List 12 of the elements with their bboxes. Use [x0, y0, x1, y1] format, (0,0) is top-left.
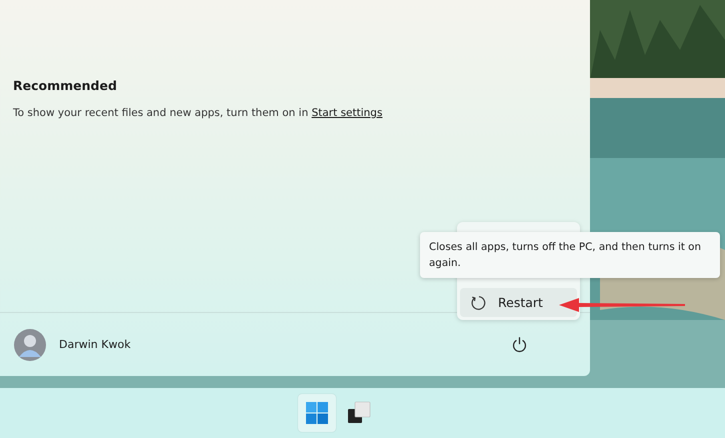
- user-name: Darwin Kwok: [59, 338, 131, 351]
- avatar[interactable]: [14, 328, 46, 360]
- start-settings-link[interactable]: Start settings: [312, 107, 382, 119]
- power-icon[interactable]: [511, 336, 528, 353]
- restart-menu-item[interactable]: Restart: [460, 288, 577, 317]
- task-view-icon: [346, 401, 370, 425]
- section-heading: Recommended: [13, 78, 118, 93]
- start-button[interactable]: [298, 394, 336, 432]
- recommended-message: To show your recent files and new apps, turn them on in Start settings: [13, 107, 384, 119]
- windows-logo-icon: [304, 401, 328, 425]
- tooltip: Closes all apps, turns off the PC, and then turns it on again.: [420, 232, 720, 278]
- restart-icon: [470, 294, 488, 312]
